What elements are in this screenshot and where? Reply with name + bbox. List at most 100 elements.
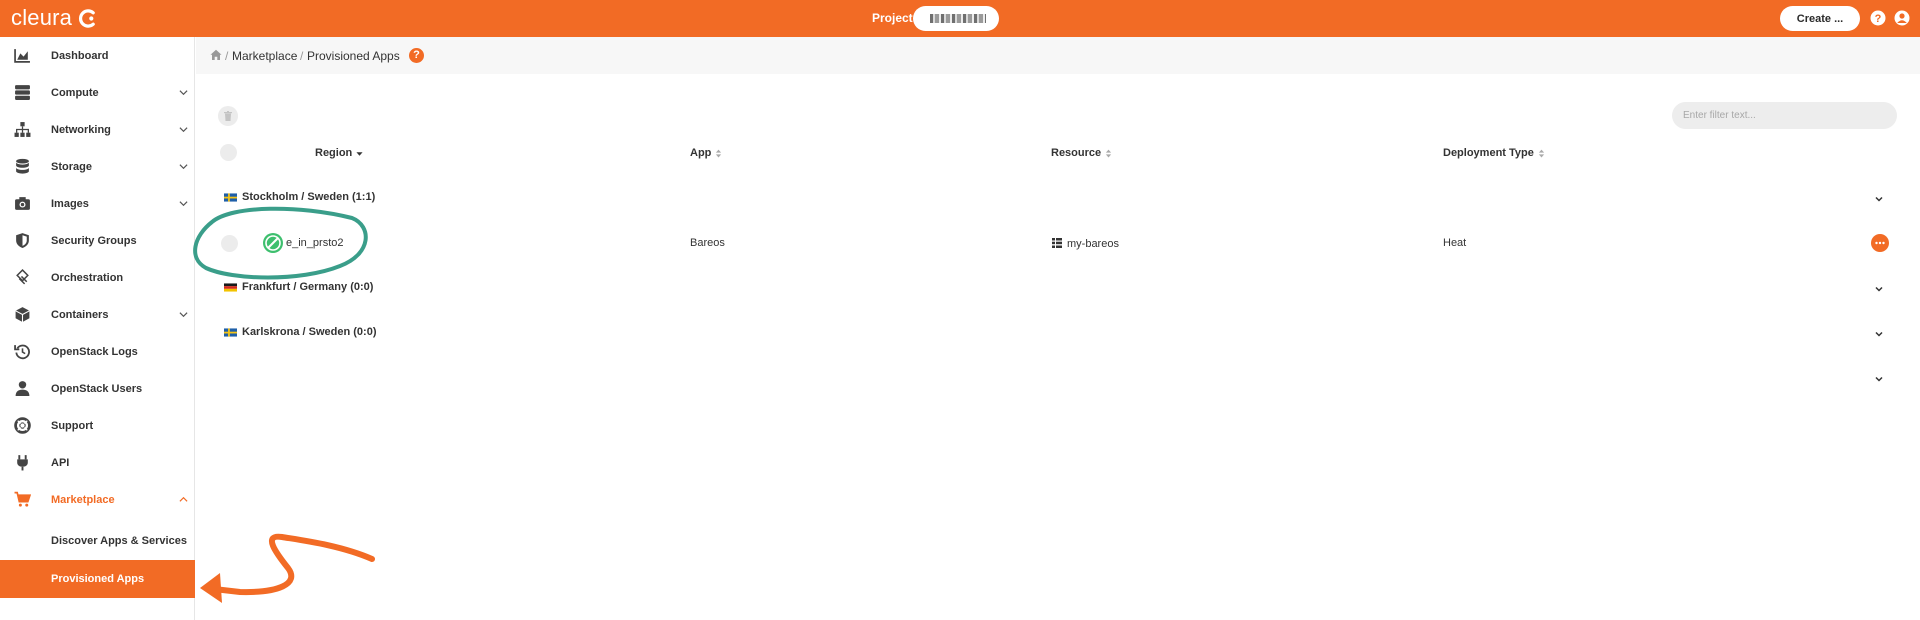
home-icon[interactable] — [210, 49, 222, 61]
shield-icon — [16, 233, 29, 248]
sidebar-item-label: Images — [51, 197, 89, 210]
plug-icon — [17, 455, 28, 471]
column-header-label: Region — [315, 147, 353, 159]
region-group-frankfurt[interactable]: Frankfurt / Germany (0:0) — [224, 281, 373, 293]
sidebar-item-openstack-users[interactable]: OpenStack Users — [0, 370, 195, 407]
sidebar-item-api[interactable]: API — [0, 444, 195, 481]
sidebar-subitem-provisioned-apps[interactable]: Provisioned Apps — [0, 560, 195, 598]
cube-icon — [15, 307, 30, 322]
column-header-region[interactable]: Region — [315, 147, 363, 159]
row-name[interactable]: e_in_prsto2 — [286, 237, 344, 249]
project-selector[interactable] — [913, 6, 999, 31]
pointer-arrowhead — [200, 573, 222, 603]
trash-icon — [224, 111, 232, 121]
project-label: Project — [872, 11, 913, 25]
orchestration-icon — [16, 269, 29, 285]
sweden-flag-icon — [224, 327, 237, 337]
breadcrumb-separator: / — [300, 49, 304, 63]
sidebar-item-label: Containers — [51, 308, 109, 321]
delete-button[interactable] — [218, 106, 238, 126]
column-header-app[interactable]: App — [690, 147, 722, 159]
app-status-icon — [263, 233, 283, 253]
column-header-label: App — [690, 147, 712, 159]
sidebar-item-images[interactable]: Images — [0, 185, 195, 222]
sidebar-item-label: OpenStack Logs — [51, 345, 138, 358]
chevron-down-icon[interactable] — [1874, 329, 1884, 339]
chevron-down-icon — [179, 201, 188, 207]
sidebar-item-containers[interactable]: Containers — [0, 296, 195, 333]
sidebar-item-openstack-logs[interactable]: OpenStack Logs — [0, 333, 195, 370]
chevron-down-icon — [179, 164, 188, 170]
cart-icon — [14, 491, 31, 507]
sidebar-item-dashboard[interactable]: Dashboard — [0, 37, 195, 74]
annotation-overlay — [193, 206, 375, 603]
list-icon — [1052, 238, 1062, 248]
sidebar-item-compute[interactable]: Compute — [0, 74, 195, 111]
sort-icon — [1538, 149, 1544, 157]
sort-icon — [1106, 149, 1112, 157]
redacted-project-name — [930, 14, 986, 23]
sidebar-subitem-label: Discover Apps & Services — [51, 535, 187, 547]
row-deployment-type: Heat — [1443, 237, 1467, 249]
column-header-resource[interactable]: Resource — [1051, 147, 1112, 159]
chevron-down-icon — [179, 90, 188, 96]
chevron-down-icon[interactable] — [1874, 194, 1884, 204]
region-group-stockholm[interactable]: Stockholm / Sweden (1:1) — [224, 191, 375, 203]
chevron-down-icon — [179, 127, 188, 133]
sidebar-item-label: Compute — [51, 86, 99, 99]
chevron-up-icon — [179, 496, 188, 502]
user-icon — [15, 381, 30, 396]
sidebar-item-label: Storage — [51, 160, 92, 173]
germany-flag-icon — [224, 282, 237, 292]
cleura-logo-icon — [79, 8, 95, 28]
pointer-arrow — [211, 533, 375, 596]
column-header-label: Resource — [1051, 147, 1102, 159]
sidebar-subitem-label: Provisioned Apps — [51, 573, 145, 585]
sidebar-subitem-discover-apps[interactable]: Discover Apps & Services — [0, 522, 195, 560]
sidebar-item-label: OpenStack Users — [51, 382, 143, 395]
database-icon — [16, 158, 29, 174]
breadcrumb-marketplace[interactable]: Marketplace — [232, 49, 297, 63]
column-header-label: Deployment Type — [1443, 147, 1534, 159]
select-all-checkbox[interactable] — [220, 144, 237, 161]
sidebar-item-label: API — [51, 456, 70, 469]
create-button[interactable]: Create ... — [1780, 6, 1860, 31]
more-icon — [1875, 241, 1885, 245]
row-checkbox[interactable] — [221, 235, 238, 252]
region-group-label: Frankfurt / Germany (0:0) — [242, 281, 374, 293]
sidebar-item-security-groups[interactable]: Security Groups — [0, 222, 195, 259]
breadcrumb: / Marketplace / Provisioned Apps ? — [196, 37, 1920, 74]
sidebar-item-orchestration[interactable]: Orchestration — [0, 259, 195, 296]
sidebar-item-label: Marketplace — [51, 493, 115, 506]
row-actions-button[interactable] — [1871, 234, 1889, 252]
chevron-down-icon[interactable] — [1874, 374, 1884, 384]
sidebar-item-label: Support — [51, 419, 94, 432]
sidebar-item-label: Orchestration — [51, 271, 124, 284]
brand-name: cleura — [11, 5, 73, 30]
help-icon[interactable]: ? — [409, 48, 424, 63]
sidebar-item-networking[interactable]: Networking — [0, 111, 195, 148]
area-chart-icon — [14, 49, 30, 63]
user-circle-icon[interactable] — [1894, 10, 1910, 26]
history-icon — [14, 344, 30, 360]
sweden-flag-icon — [224, 192, 237, 202]
sidebar-item-label: Dashboard — [51, 49, 109, 62]
column-header-deployment-type[interactable]: Deployment Type — [1443, 147, 1545, 159]
sidebar-item-support[interactable]: Support — [0, 407, 195, 444]
lifebuoy-icon — [14, 417, 31, 434]
brand-logo[interactable]: cleura — [11, 5, 97, 31]
sitemap-icon — [14, 122, 31, 137]
help-circle-icon[interactable]: ? — [1870, 10, 1886, 26]
filter-input[interactable] — [1672, 102, 1897, 129]
sidebar-item-marketplace[interactable]: Marketplace — [0, 481, 195, 518]
breadcrumb-provisioned-apps: Provisioned Apps — [307, 49, 400, 63]
chevron-down-icon[interactable] — [1874, 284, 1884, 294]
sidebar-item-storage[interactable]: Storage — [0, 148, 195, 185]
svg-text:?: ? — [1875, 13, 1882, 25]
region-group-label: Stockholm / Sweden (1:1) — [242, 191, 376, 203]
sort-desc-icon — [356, 151, 363, 156]
row-resource[interactable]: my-bareos — [1067, 238, 1119, 250]
region-group-karlskrona[interactable]: Karlskrona / Sweden (0:0) — [224, 326, 377, 338]
sidebar: Dashboard Compute Networking Storage Ima… — [0, 37, 195, 620]
sort-icon — [716, 149, 722, 157]
